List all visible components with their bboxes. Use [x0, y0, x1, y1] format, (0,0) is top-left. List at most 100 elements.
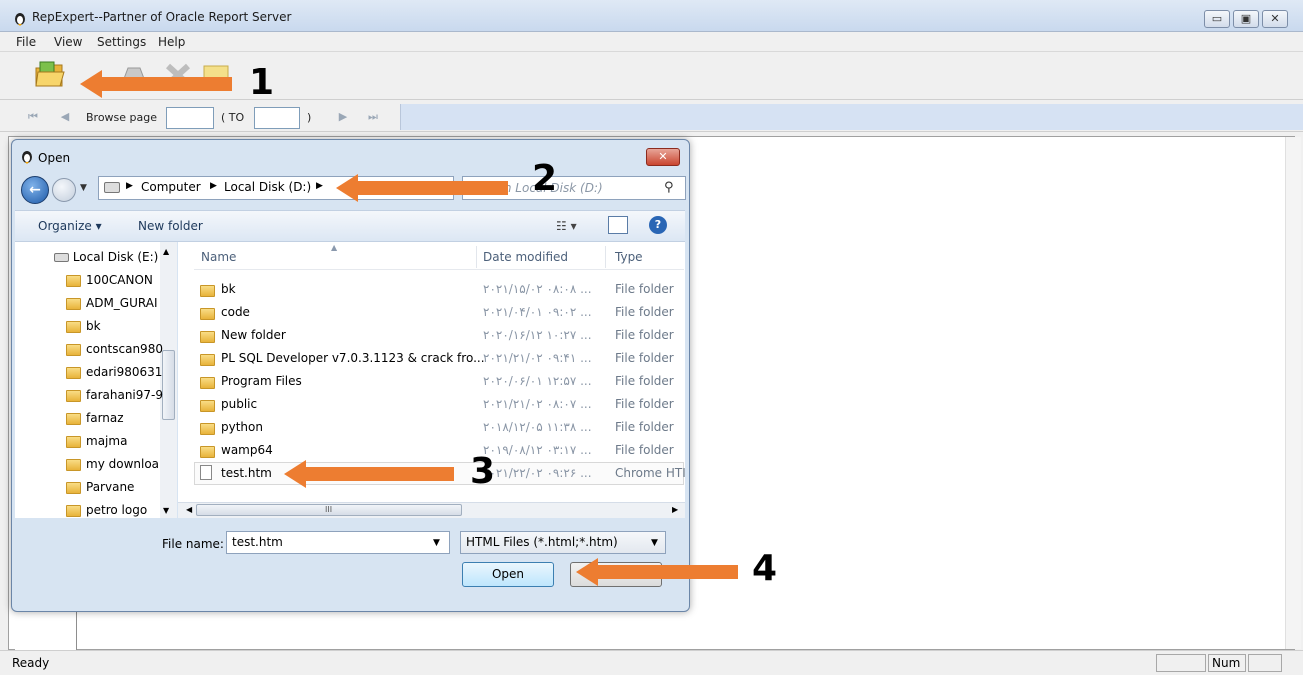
toolbar: [0, 52, 1303, 100]
nav-item-5[interactable]: edari980631: [66, 365, 162, 387]
annotation-arrow-4: [598, 565, 738, 579]
first-page-icon[interactable]: ⏮: [24, 109, 42, 125]
folder-icon: [66, 458, 81, 471]
file-date-cell: ۲۰۲۰/۱۶/۱۲ ۱۰:۲۷ ...: [483, 328, 592, 342]
folder-icon: [66, 481, 81, 494]
penguin-icon: [19, 148, 35, 164]
column-date-modified[interactable]: Date modified: [483, 250, 568, 264]
nav-item-label: my downloa: [86, 457, 160, 471]
menu-settings[interactable]: Settings: [97, 35, 146, 49]
nav-item-drive-e[interactable]: Local Disk (E:): [54, 250, 158, 272]
file-row[interactable]: [194, 393, 684, 416]
recent-pages-icon[interactable]: ▼: [80, 183, 87, 193]
chevron-down-icon[interactable]: ▼: [433, 538, 440, 548]
file-type-cell: File folder: [615, 305, 674, 319]
last-page-icon[interactable]: ⏭: [364, 109, 382, 125]
nav-item-7[interactable]: farnaz: [66, 411, 124, 433]
scroll-up-icon[interactable]: ▲: [163, 247, 169, 256]
vertical-scrollbar[interactable]: [1285, 137, 1301, 649]
nav-scrollbar-thumb[interactable]: [162, 350, 175, 420]
annotation-arrowhead-3: [284, 460, 306, 488]
file-row[interactable]: [194, 278, 684, 301]
chevron-right-icon: ▶: [126, 181, 133, 191]
nav-item-2[interactable]: ADM_GURAI: [66, 296, 157, 318]
next-page-icon[interactable]: ▶: [334, 109, 352, 125]
file-name-cell: public: [221, 397, 258, 411]
command-bar: [15, 210, 685, 242]
penguin-icon: [12, 10, 28, 26]
file-name-cell: wamp64: [221, 443, 273, 457]
dialog-close-button[interactable]: ✕: [646, 148, 680, 166]
file-type-select[interactable]: HTML Files (*.html;*.htm): [460, 531, 666, 554]
folder-icon: [66, 504, 81, 517]
page-from-input[interactable]: [166, 107, 214, 129]
minimize-button[interactable]: ▭: [1204, 10, 1230, 28]
chevron-down-icon[interactable]: ▼: [651, 538, 658, 548]
file-name-cell: bk: [221, 282, 236, 296]
help-icon[interactable]: ?: [649, 216, 667, 234]
page-to-input[interactable]: [254, 107, 300, 129]
breadcrumb-local-disk[interactable]: Local Disk (D:): [224, 180, 311, 194]
open-folder-icon[interactable]: [34, 60, 66, 90]
folder-icon: [200, 444, 215, 458]
nav-item-label: bk: [86, 319, 101, 333]
nav-item-1[interactable]: 100CANON: [66, 273, 153, 295]
search-icon[interactable]: ⚲: [664, 180, 674, 195]
file-date-cell: ۲۰۲۰/۰۶/۰۱ ۱۲:۵۷ ...: [483, 374, 592, 388]
html-file-icon: [200, 465, 212, 483]
nav-item-label: Parvane: [86, 480, 135, 494]
maximize-button[interactable]: ▣: [1233, 10, 1259, 28]
breadcrumb-computer[interactable]: Computer: [141, 180, 201, 194]
scroll-left-icon[interactable]: ◀: [186, 505, 192, 514]
nav-item-label: edari980631: [86, 365, 163, 379]
new-folder-button[interactable]: New folder: [138, 219, 203, 233]
menu-file[interactable]: File: [16, 35, 36, 49]
chevron-right-icon: ▶: [316, 181, 323, 191]
nav-item-6[interactable]: farahani97-9: [66, 388, 163, 410]
scroll-down-icon[interactable]: ▼: [163, 506, 169, 515]
file-type-cell: File folder: [615, 397, 674, 411]
folder-icon: [200, 352, 215, 366]
file-type-cell: File folder: [615, 328, 674, 342]
nav-item-11[interactable]: petro logo: [66, 503, 147, 525]
nav-item-10[interactable]: Parvane: [66, 480, 134, 502]
organize-button[interactable]: Organize ▾: [38, 219, 102, 233]
status-panel-extra: [1248, 654, 1282, 672]
open-button[interactable]: Open: [462, 562, 554, 587]
file-type-cell: File folder: [615, 420, 674, 434]
prev-page-icon[interactable]: ◀: [56, 109, 74, 125]
folder-icon: [66, 366, 81, 379]
column-name[interactable]: Name: [201, 250, 236, 264]
forward-button[interactable]: [52, 178, 76, 202]
nav-item-4[interactable]: contscan980: [66, 342, 163, 364]
folder-icon: [66, 343, 81, 356]
preview-pane-icon[interactable]: [608, 216, 628, 234]
scroll-right-icon[interactable]: ▶: [672, 505, 678, 514]
column-type[interactable]: Type: [615, 250, 643, 264]
folder-icon: [200, 306, 215, 320]
menu-view[interactable]: View: [54, 35, 82, 49]
num-lock-indicator: Num: [1208, 654, 1246, 672]
close-window-button[interactable]: ✕: [1262, 10, 1288, 28]
nav-item-9[interactable]: my downloa: [66, 457, 159, 479]
nav-item-8[interactable]: majma: [66, 434, 127, 456]
annotation-number-2: 2: [532, 158, 558, 199]
folder-icon: [66, 435, 81, 448]
column-header-row: [194, 242, 684, 270]
folder-icon: [200, 375, 215, 389]
nav-item-label: contscan980: [86, 342, 163, 356]
annotation-arrow-3: [306, 467, 454, 481]
menu-help[interactable]: Help: [158, 35, 185, 49]
back-button[interactable]: ←: [21, 176, 49, 204]
file-name-input[interactable]: test.htm: [226, 531, 450, 554]
file-type-cell: File folder: [615, 443, 674, 457]
annotation-arrowhead-4: [576, 558, 598, 586]
file-name-cell: New folder: [221, 328, 286, 342]
file-row[interactable]: [194, 301, 684, 324]
folder-icon: [66, 297, 81, 310]
column-divider: [476, 246, 477, 268]
file-name-cell: python: [221, 420, 263, 434]
nav-item-3[interactable]: bk: [66, 319, 101, 341]
view-options-icon[interactable]: ☷ ▾: [556, 219, 577, 233]
file-row[interactable]: [194, 416, 684, 439]
